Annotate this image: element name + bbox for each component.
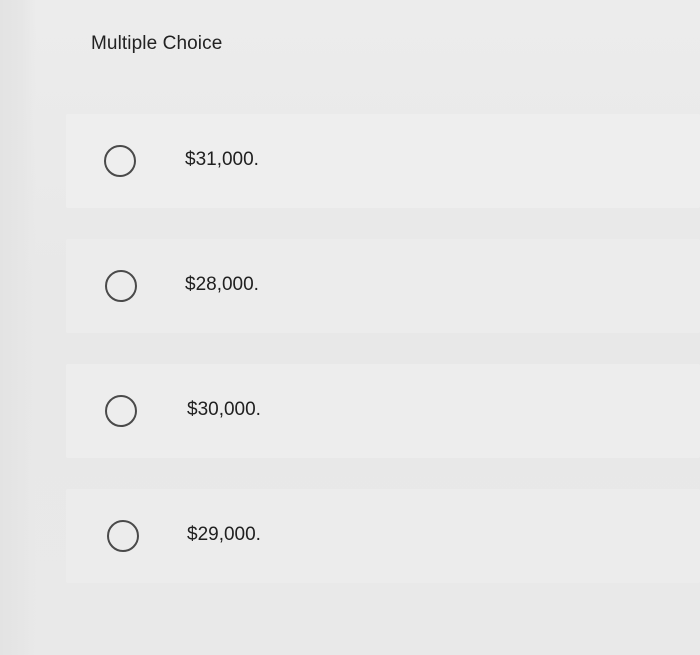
radio-button-icon[interactable] (105, 270, 137, 302)
radio-button-icon[interactable] (107, 520, 139, 552)
answer-option-4[interactable]: $29,000. (66, 489, 700, 583)
radio-button-icon[interactable] (104, 145, 136, 177)
answer-label: $29,000. (187, 524, 261, 545)
answer-option-3[interactable]: $30,000. (66, 364, 700, 458)
page-edge-shadow (0, 0, 36, 655)
radio-button-icon[interactable] (105, 395, 137, 427)
answer-options: $31,000. $28,000. $30,000. $29,000. (66, 114, 700, 614)
multiple-choice-panel: Multiple Choice $31,000. $28,000. $30,00… (0, 0, 700, 655)
question-title: Multiple Choice (91, 33, 223, 54)
answer-option-2[interactable]: $28,000. (66, 239, 700, 333)
answer-label: $31,000. (185, 149, 259, 170)
answer-label: $28,000. (185, 274, 259, 295)
answer-option-1[interactable]: $31,000. (66, 114, 700, 208)
answer-label: $30,000. (187, 399, 261, 420)
